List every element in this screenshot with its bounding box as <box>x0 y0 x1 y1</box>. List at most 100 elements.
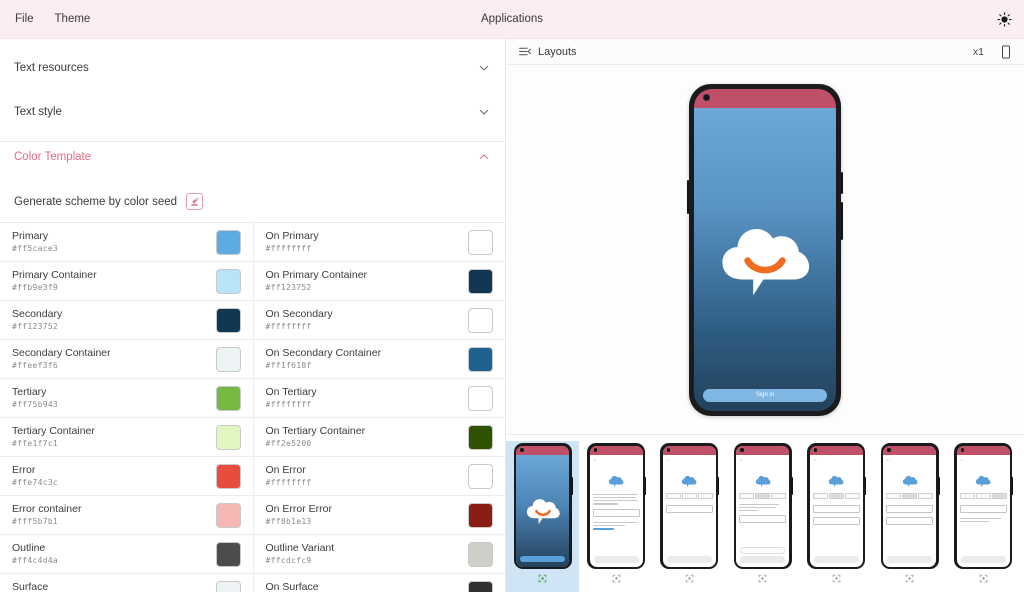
section-text-style[interactable]: Text style <box>0 97 505 127</box>
color-swatch[interactable] <box>468 307 493 333</box>
focus-target-icon[interactable] <box>979 572 988 584</box>
color-token-cell[interactable]: On Error #ffffffff <box>252 457 506 495</box>
color-swatch[interactable] <box>468 541 493 567</box>
token-name: Error <box>12 463 36 476</box>
token-name: On Surface <box>265 580 319 592</box>
thumb-tabs6[interactable]: ← <box>1020 441 1024 592</box>
token-hex: #ff2e5200 <box>265 438 312 448</box>
phone-side-button <box>687 179 689 214</box>
color-token-cell[interactable]: Outline Variant #ffcdcfc9 <box>252 535 506 573</box>
color-token-cell[interactable]: Primary #ff5cace3 <box>0 223 253 261</box>
color-swatch[interactable] <box>215 580 241 592</box>
menu-theme[interactable]: Theme <box>46 9 100 29</box>
camera-punch-hole-icon <box>887 448 891 452</box>
menu-file[interactable]: File <box>6 9 43 29</box>
token-hex: #ffeef3f6 <box>12 360 59 370</box>
color-token-cell[interactable]: On Secondary Container #ff1f618f <box>252 340 506 378</box>
color-swatch[interactable] <box>215 346 241 372</box>
focus-target-icon[interactable] <box>832 572 841 584</box>
color-token-cell[interactable]: On Primary Container #ff123752 <box>252 262 506 300</box>
token-hex: #ffb9e3f9 <box>12 282 59 292</box>
color-token-cell[interactable]: On Primary #ffffffff <box>252 223 506 261</box>
thumb-tabs3[interactable]: ← <box>800 441 873 592</box>
token-name: Primary <box>12 229 49 242</box>
phone-device-icon[interactable] <box>1000 44 1012 59</box>
focus-target-icon[interactable] <box>758 572 767 584</box>
color-swatch[interactable] <box>215 307 241 333</box>
color-token-cell[interactable]: Outline #ff4c4d4a <box>0 535 253 573</box>
chevron-down-icon <box>477 61 491 75</box>
phone-screen: Sign in <box>694 88 836 411</box>
thumbnail-phone: ← <box>660 443 720 569</box>
camera-punch-hole-icon <box>813 448 818 452</box>
color-token-cell[interactable]: Surface #ffeef3f6 <box>0 574 253 592</box>
back-arrow-icon: ← <box>739 456 745 463</box>
color-swatch[interactable] <box>468 229 493 255</box>
thumb-tabs2[interactable]: ← <box>726 441 799 592</box>
section-color-template[interactable]: Color Template <box>0 141 505 171</box>
focus-target-icon[interactable] <box>612 572 621 584</box>
color-swatch[interactable] <box>468 502 493 528</box>
color-swatch[interactable] <box>468 463 493 489</box>
color-swatch[interactable] <box>215 385 241 411</box>
section-text-resources[interactable]: Text resources <box>0 53 505 83</box>
color-token-cell[interactable]: Tertiary #ff75b943 <box>0 379 253 417</box>
sign-in-button[interactable]: Sign in <box>703 388 827 402</box>
zoom-level[interactable]: x1 <box>973 46 984 58</box>
color-token-cell[interactable]: Secondary Container #ffeef3f6 <box>0 340 253 378</box>
table-row: Error container #fff5b7b1 On Error Error… <box>0 496 505 535</box>
panel-collapse-icon[interactable] <box>518 45 531 58</box>
thumb-splash[interactable] <box>506 441 580 592</box>
color-token-cell[interactable]: On Error Error #ff8b1e13 <box>252 496 506 534</box>
color-swatch[interactable] <box>215 229 241 255</box>
token-name: Tertiary <box>12 385 47 398</box>
camera-punch-hole-icon <box>740 448 744 452</box>
layouts-label: Layouts <box>538 45 577 58</box>
token-hex: #ff5cace3 <box>12 243 59 253</box>
color-swatch[interactable] <box>468 580 493 592</box>
color-token-cell[interactable]: On Surface #ff30302f <box>252 574 506 592</box>
token-name: On Tertiary Container <box>265 424 366 437</box>
smiling-cloud-logo-icon <box>722 229 810 296</box>
color-swatch[interactable] <box>468 268 493 294</box>
layouts-toolbar: Layouts x1 <box>506 39 1024 65</box>
thumb-screen-body: ← <box>590 455 643 567</box>
color-token-cell[interactable]: Primary Container #ffb9e3f9 <box>0 262 253 300</box>
color-swatch[interactable] <box>468 424 493 450</box>
token-hex: #ffe74c3c <box>12 477 59 487</box>
thumb-info[interactable]: ← <box>579 441 652 592</box>
color-swatch[interactable] <box>215 424 241 450</box>
color-token-cell[interactable]: Tertiary Container #ffe1f7c1 <box>0 418 253 456</box>
color-token-cell[interactable]: Error container #fff5b7b1 <box>0 496 253 534</box>
focus-target-icon[interactable] <box>538 572 547 584</box>
thumb-signin-button <box>520 555 566 562</box>
table-row: Primary Container #ffb9e3f9 On Primary C… <box>0 262 505 301</box>
thumb-tabs1[interactable]: ← <box>653 441 726 592</box>
left-panel: Text resources Text style Color Template… <box>0 39 506 592</box>
thumb-screen-body: ← <box>736 455 789 567</box>
color-swatch[interactable] <box>215 502 241 528</box>
color-swatch[interactable] <box>215 463 241 489</box>
color-swatch[interactable] <box>468 346 493 372</box>
thumb-tabs4[interactable]: ← <box>873 441 946 592</box>
token-hex: #ffcdcfc9 <box>265 555 312 565</box>
focus-target-icon[interactable] <box>685 572 694 584</box>
thumb-screen-body: ← <box>810 455 863 567</box>
color-swatch[interactable] <box>215 541 241 567</box>
color-token-cell[interactable]: On Secondary #ffffffff <box>252 301 506 339</box>
color-seed-picker-icon[interactable] <box>186 193 204 210</box>
table-row: Outline #ff4c4d4a Outline Variant #ffcdc… <box>0 535 505 574</box>
camera-punch-hole-icon <box>593 448 598 452</box>
color-token-cell[interactable]: On Tertiary Container #ff2e5200 <box>252 418 506 456</box>
generate-seed-label: Generate scheme by color seed <box>14 195 178 208</box>
main-body: Text resources Text style Color Template… <box>0 39 1024 592</box>
color-swatch[interactable] <box>468 385 493 411</box>
color-swatch[interactable] <box>215 268 241 294</box>
color-token-cell[interactable]: On Tertiary #ffffffff <box>252 379 506 417</box>
thumb-tabs5[interactable]: ← <box>946 441 1019 592</box>
color-token-cell[interactable]: Error #ffe74c3c <box>0 457 253 495</box>
token-name: On Tertiary <box>265 385 317 398</box>
color-token-cell[interactable]: Secondary #ff123752 <box>0 301 253 339</box>
focus-target-icon[interactable] <box>905 572 914 584</box>
brightness-sun-icon[interactable] <box>993 8 1015 30</box>
